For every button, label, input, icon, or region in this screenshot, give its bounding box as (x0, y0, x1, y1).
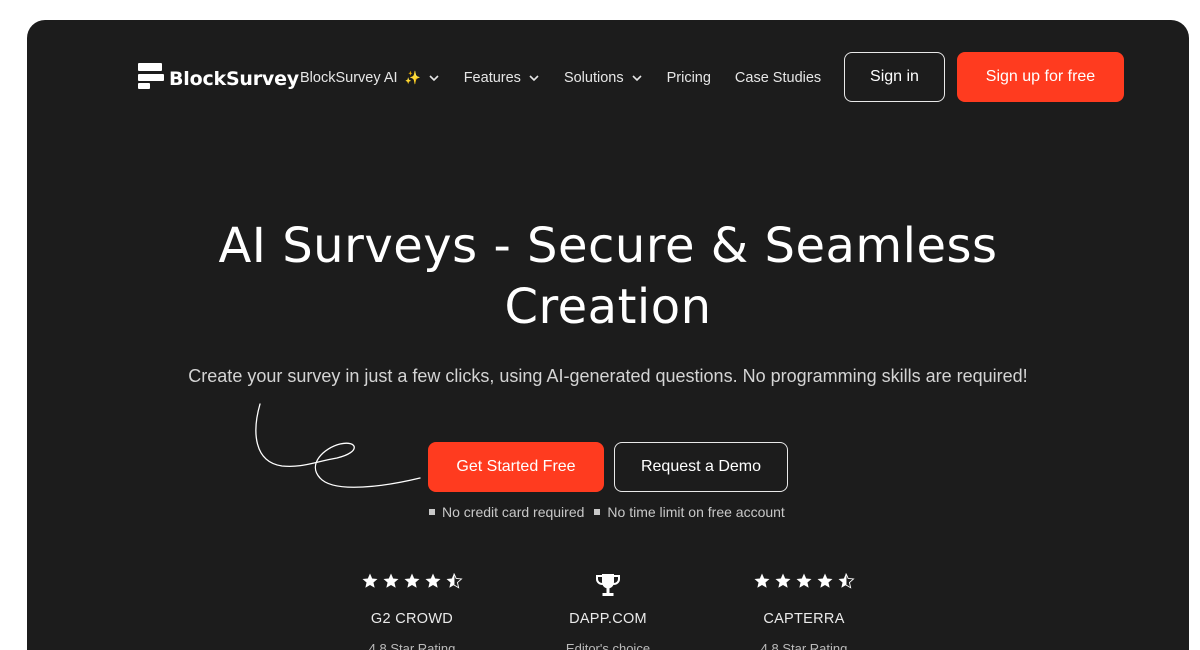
page-title: AI Surveys - Secure & Seamless Creation (27, 216, 1189, 338)
stars-icon (729, 572, 879, 594)
squiggle-arrow-icon (255, 403, 421, 488)
get-started-button[interactable]: Get Started Free (428, 442, 604, 492)
trophy-icon (533, 572, 683, 596)
nav-item-label: Features (463, 70, 521, 86)
chevron-down-icon (632, 75, 642, 82)
rating-sub: 4.8 Star Rating (368, 641, 456, 650)
hero-section: BlockSurvey BlockSurvey AI ✨ Features So… (27, 20, 1189, 650)
blocksurvey-logo-icon (138, 63, 164, 89)
note-text: No time limit on free account (607, 504, 785, 520)
stars-icon (337, 572, 487, 594)
request-demo-button[interactable]: Request a Demo (614, 442, 788, 492)
rating-sub: 4.8 Star Rating (760, 641, 848, 650)
nav-item-case-studies[interactable]: Case Studies (735, 70, 821, 86)
rating-label: CAPTERRA (763, 611, 845, 627)
nav-item-solutions[interactable]: Solutions (564, 70, 643, 86)
title-line-1: AI Surveys - Secure & Seamless (218, 218, 998, 274)
brand-logo[interactable]: BlockSurvey (138, 63, 299, 90)
nav-item-label: Case Studies (734, 70, 822, 86)
chevron-down-icon (529, 75, 539, 82)
rating-sub: Editor's choice (565, 641, 651, 650)
rating-dapp: DAPP.COM Editor's choice (533, 572, 683, 650)
sign-in-button[interactable]: Sign in (844, 52, 945, 102)
cta-notes: No credit card required No time limit on… (429, 504, 785, 520)
note-item: No credit card required (429, 504, 584, 520)
nav-item-blocksurvey-ai[interactable]: BlockSurvey AI ✨ (300, 70, 440, 86)
bullet-icon (594, 509, 601, 515)
note-text: No credit card required (442, 504, 585, 520)
title-line-2: Creation (504, 279, 712, 335)
nav-item-pricing[interactable]: Pricing (667, 70, 711, 86)
chevron-down-icon (429, 75, 439, 82)
nav-item-label: BlockSurvey AI (300, 70, 398, 86)
note-item: No time limit on free account (594, 504, 785, 520)
bullet-icon (429, 509, 435, 515)
nav-item-label: Pricing (666, 70, 711, 86)
rating-capterra: CAPTERRA 4.8 Star Rating (729, 572, 879, 650)
sparkles-icon: ✨ (404, 70, 421, 85)
rating-label: DAPP.COM (569, 611, 647, 627)
sign-up-button[interactable]: Sign up for free (957, 52, 1124, 102)
nav-item-label: Solutions (563, 70, 624, 86)
brand-name: BlockSurvey (169, 68, 299, 90)
rating-label: G2 CROWD (370, 611, 454, 627)
rating-g2-crowd: G2 CROWD 4.8 Star Rating (337, 572, 487, 650)
nav-item-features[interactable]: Features (464, 70, 540, 86)
hero-subtitle: Create your survey in just a few clicks,… (188, 366, 1028, 386)
main-nav: BlockSurvey AI ✨ Features Solutions Pric… (300, 68, 845, 88)
